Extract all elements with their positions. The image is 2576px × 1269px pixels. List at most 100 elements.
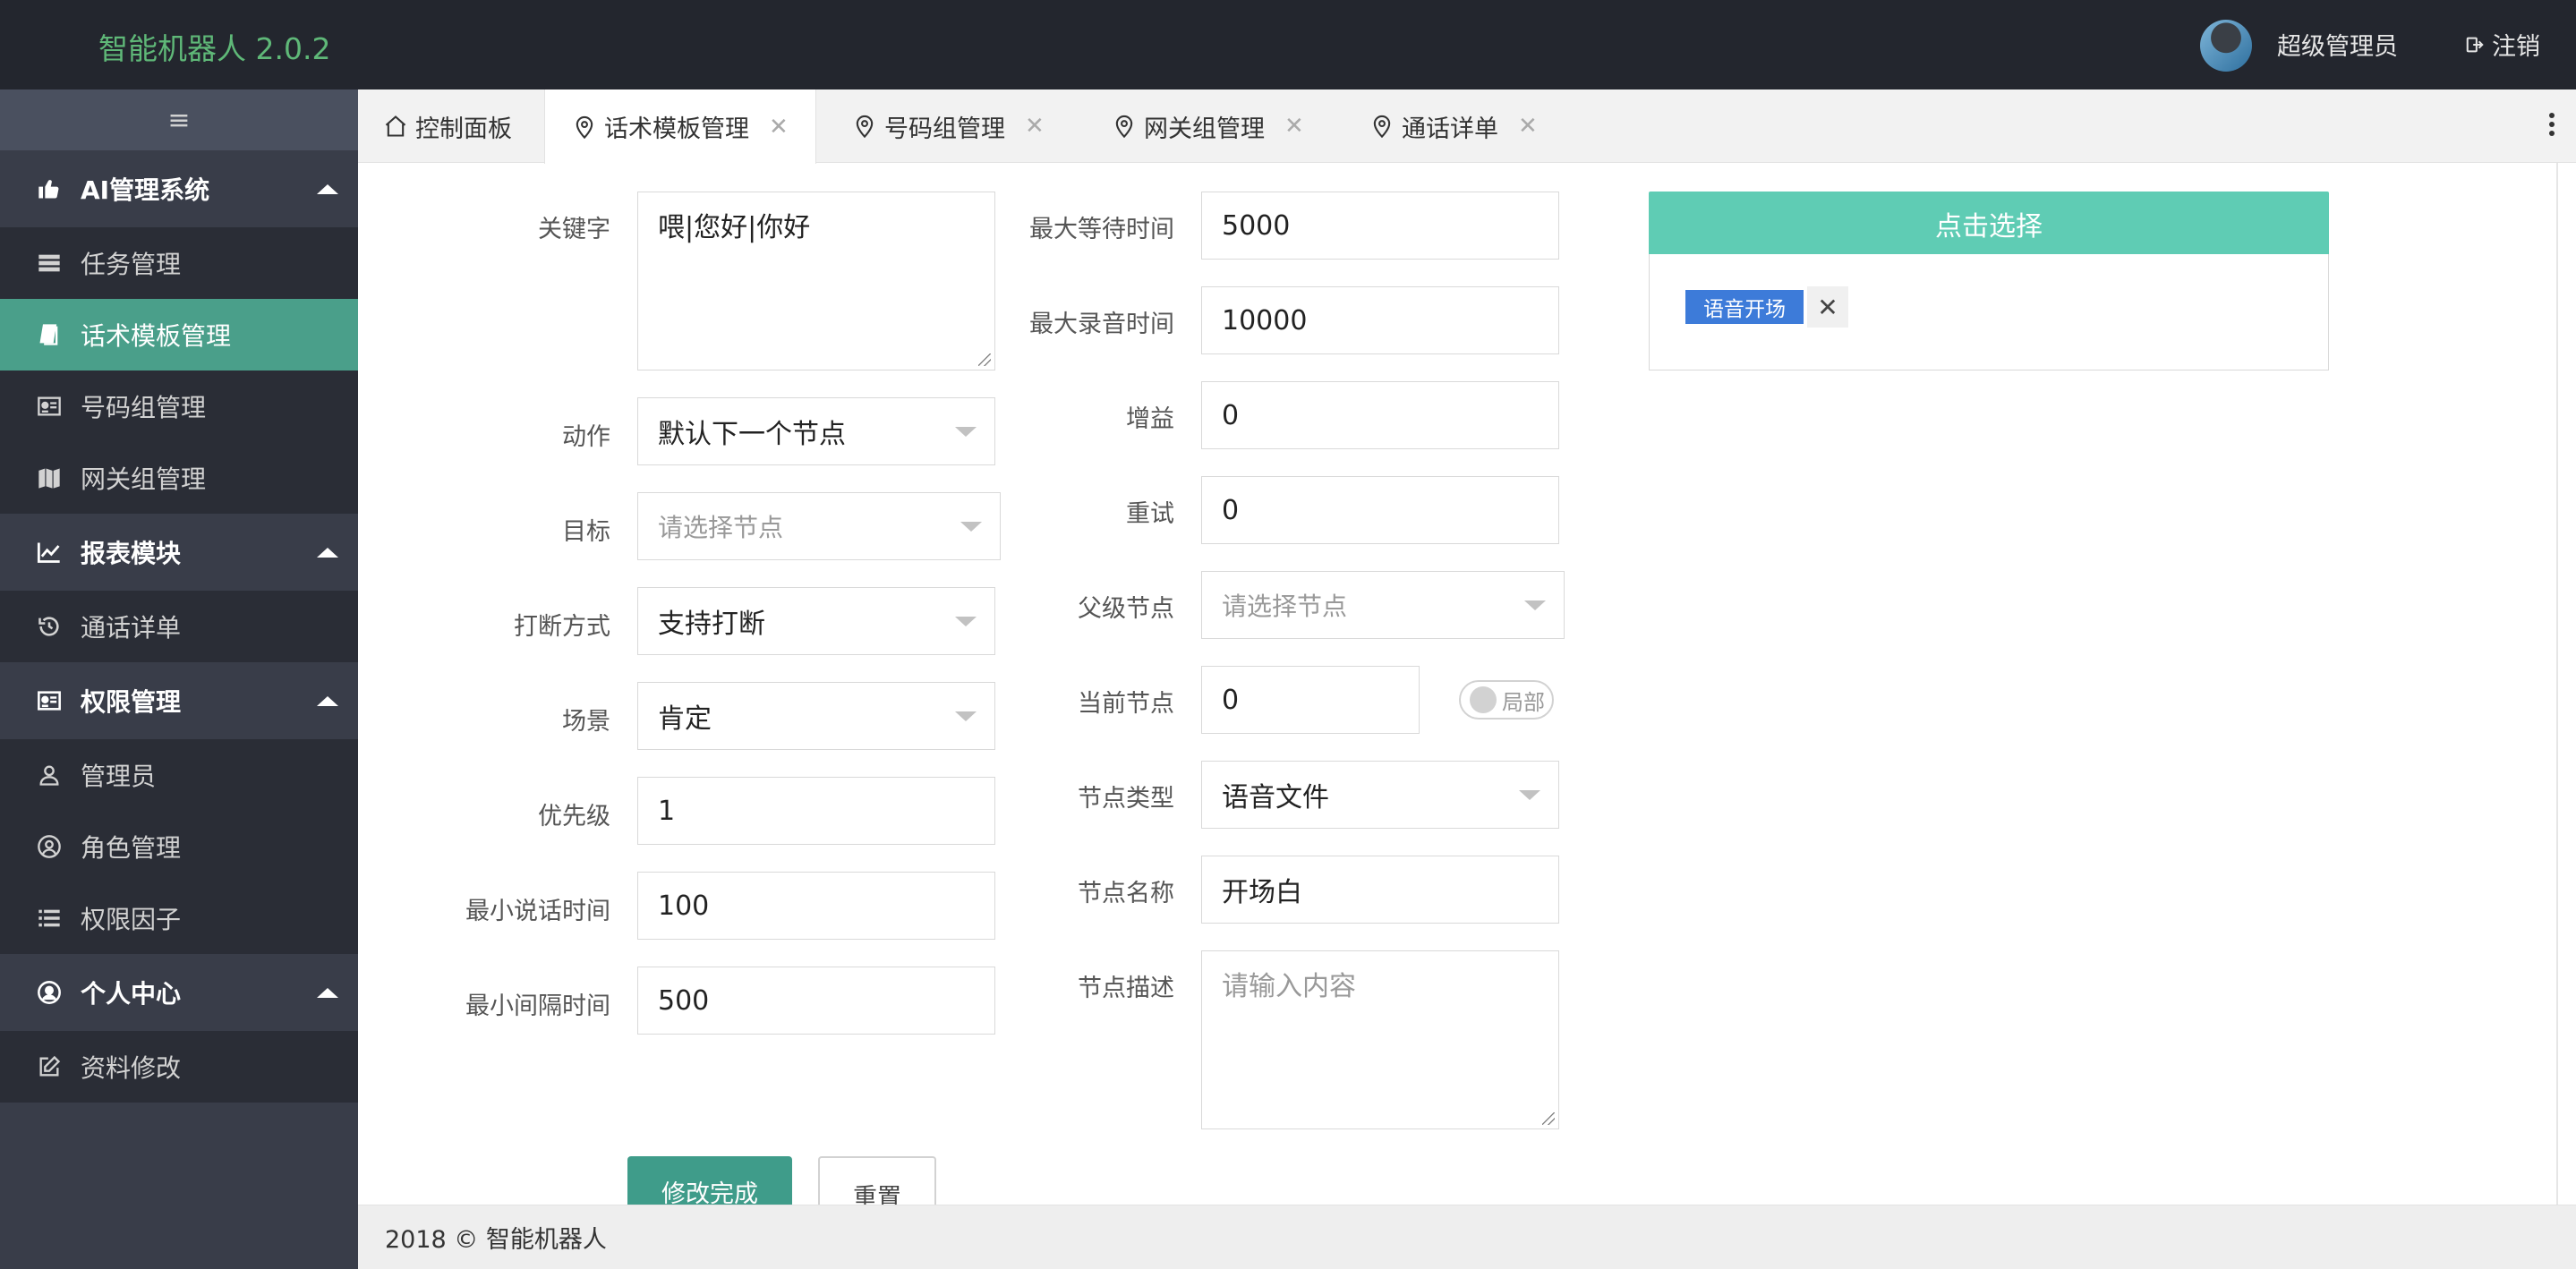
logout-label: 注销 — [2492, 33, 2540, 61]
sidebar-item-role[interactable]: 角色管理 — [0, 811, 358, 882]
scrollbar-track[interactable] — [2556, 163, 2558, 1205]
dropdown-arrow-icon — [1519, 790, 1540, 800]
footer-text: 2018 © 智能机器人 — [385, 1226, 607, 1254]
close-icon[interactable]: ✕ — [1025, 113, 1045, 140]
user-icon — [36, 762, 63, 788]
sidebar-item-call-detail[interactable]: 通话详单 — [0, 591, 358, 662]
node-desc-textarea[interactable]: 请输入内容 — [1201, 950, 1559, 1129]
retry-value: 0 — [1222, 494, 1240, 526]
more-vertical-icon[interactable] — [2549, 113, 2556, 140]
close-icon[interactable]: ✕ — [1518, 113, 1538, 140]
gain-label: 增益 — [1126, 405, 1174, 433]
retry-input[interactable]: 0 — [1201, 476, 1559, 544]
keyword-label: 关键字 — [538, 216, 610, 243]
tab-gateway-group[interactable]: 网关组管理 ✕ — [1112, 89, 1304, 163]
tab-bar: 控制面板 话术模板管理 ✕ 号码组管理 ✕ 网关组管理 ✕ 通话详单 ✕ — [358, 89, 2576, 164]
caret-up-icon — [317, 988, 338, 998]
sidebar-group-label: 个人中心 — [81, 979, 182, 1009]
sidebar-group-ai[interactable]: AI管理系统 — [0, 150, 358, 227]
sidebar-item-task[interactable]: 任务管理 — [0, 227, 358, 299]
node-name-value: 开场白 — [1222, 877, 1302, 908]
close-icon[interactable]: ✕ — [1807, 286, 1848, 328]
min-speak-value: 100 — [658, 890, 710, 922]
caret-up-icon — [317, 548, 338, 558]
node-name-label: 节点名称 — [1078, 880, 1174, 907]
sidebar-group-label: AI管理系统 — [81, 175, 210, 205]
interrupt-label: 打断方式 — [514, 613, 610, 641]
max-wait-input[interactable]: 5000 — [1201, 192, 1559, 260]
close-icon[interactable]: ✕ — [769, 114, 789, 141]
home-icon — [385, 115, 406, 137]
node-name-input[interactable]: 开场白 — [1201, 856, 1559, 924]
max-wait-label: 最大等待时间 — [1029, 216, 1174, 243]
interrupt-value: 支持打断 — [658, 609, 765, 640]
selected-items-box: 语音开场 ✕ — [1649, 254, 2329, 370]
resize-handle-icon[interactable] — [978, 353, 991, 366]
caret-up-icon — [317, 696, 338, 706]
current-node-value: 0 — [1222, 684, 1240, 716]
sidebar-item-profile-edit[interactable]: 资料修改 — [0, 1031, 358, 1103]
sidebar: ≡ AI管理系统 任务管理 话术模板管理 号码组管理 网关组管理 报表模块 通话… — [0, 89, 358, 1269]
tab-call-detail[interactable]: 通话详单 ✕ — [1369, 89, 1538, 163]
tab-dashboard[interactable]: 控制面板 — [383, 89, 512, 163]
sidebar-item-label: 通话详单 — [81, 613, 182, 643]
parent-node-label: 父级节点 — [1078, 595, 1174, 623]
sidebar-group-personal[interactable]: 个人中心 — [0, 954, 358, 1031]
footer: 2018 © 智能机器人 — [358, 1205, 2576, 1269]
current-node-input[interactable]: 0 — [1201, 666, 1420, 734]
sidebar-toggle[interactable]: ≡ — [0, 89, 358, 150]
sidebar-item-gateway-group[interactable]: 网关组管理 — [0, 442, 358, 514]
close-icon[interactable]: ✕ — [1284, 113, 1304, 140]
resize-handle-icon[interactable] — [1542, 1112, 1555, 1125]
sidebar-group-label: 报表模块 — [81, 539, 182, 568]
sidebar-item-number-group[interactable]: 号码组管理 — [0, 370, 358, 442]
sidebar-item-label: 管理员 — [81, 762, 157, 791]
gain-input[interactable]: 0 — [1201, 381, 1559, 449]
thumbs-up-icon — [36, 175, 63, 202]
max-record-input[interactable]: 10000 — [1201, 286, 1559, 354]
min-interval-label: 最小间隔时间 — [465, 992, 610, 1020]
caret-up-icon — [317, 184, 338, 194]
server-icon — [36, 250, 63, 277]
tab-number-group[interactable]: 号码组管理 ✕ — [852, 89, 1045, 163]
node-type-label: 节点类型 — [1078, 785, 1174, 813]
scene-value: 肯定 — [658, 703, 712, 735]
sidebar-group-permission[interactable]: 权限管理 — [0, 662, 358, 739]
node-desc-label: 节点描述 — [1078, 975, 1174, 1002]
max-record-value: 10000 — [1222, 304, 1308, 336]
node-desc-placeholder: 请输入内容 — [1222, 971, 1356, 1002]
parent-node-select[interactable]: 请选择节点 — [1201, 571, 1565, 639]
edit-icon — [36, 1053, 63, 1080]
target-label: 目标 — [562, 518, 610, 546]
sign-out-icon — [2466, 37, 2484, 52]
sidebar-item-permission-factor[interactable]: 权限因子 — [0, 882, 358, 954]
sidebar-item-script-template[interactable]: 话术模板管理 — [0, 299, 358, 370]
logout-link[interactable]: 注销 — [2465, 27, 2540, 62]
username[interactable]: 超级管理员 — [2277, 27, 2398, 62]
node-type-value: 语音文件 — [1222, 782, 1329, 813]
node-type-select[interactable]: 语音文件 — [1201, 761, 1559, 829]
scene-label: 场景 — [562, 708, 610, 736]
top-header: 智能机器人 2.0.2 超级管理员 注销 — [0, 0, 2576, 89]
sidebar-group-label: 权限管理 — [81, 687, 182, 717]
min-interval-value: 500 — [658, 984, 710, 1017]
keyword-value: 喂|您好|你好 — [658, 212, 811, 243]
dropdown-arrow-icon — [1524, 600, 1546, 610]
menu-icon: ≡ — [167, 104, 191, 136]
tab-label: 控制面板 — [415, 115, 512, 143]
sidebar-item-admin[interactable]: 管理员 — [0, 739, 358, 811]
local-toggle-switch[interactable]: 局部 — [1459, 680, 1554, 720]
sidebar-item-label: 号码组管理 — [81, 393, 207, 422]
sidebar-group-report[interactable]: 报表模块 — [0, 514, 358, 591]
user-circle-icon — [36, 833, 63, 860]
book-icon — [36, 321, 63, 348]
line-chart-icon — [36, 539, 63, 566]
max-wait-value: 5000 — [1222, 209, 1291, 242]
tab-script-template[interactable]: 话术模板管理 ✕ — [544, 89, 816, 164]
tab-label: 号码组管理 — [884, 115, 1005, 143]
user-circle-icon — [36, 979, 63, 1006]
avatar[interactable] — [2200, 20, 2252, 72]
click-select-button[interactable]: 点击选择 — [1649, 192, 2329, 256]
switch-label: 局部 — [1502, 689, 1545, 715]
location-icon — [1115, 115, 1133, 139]
